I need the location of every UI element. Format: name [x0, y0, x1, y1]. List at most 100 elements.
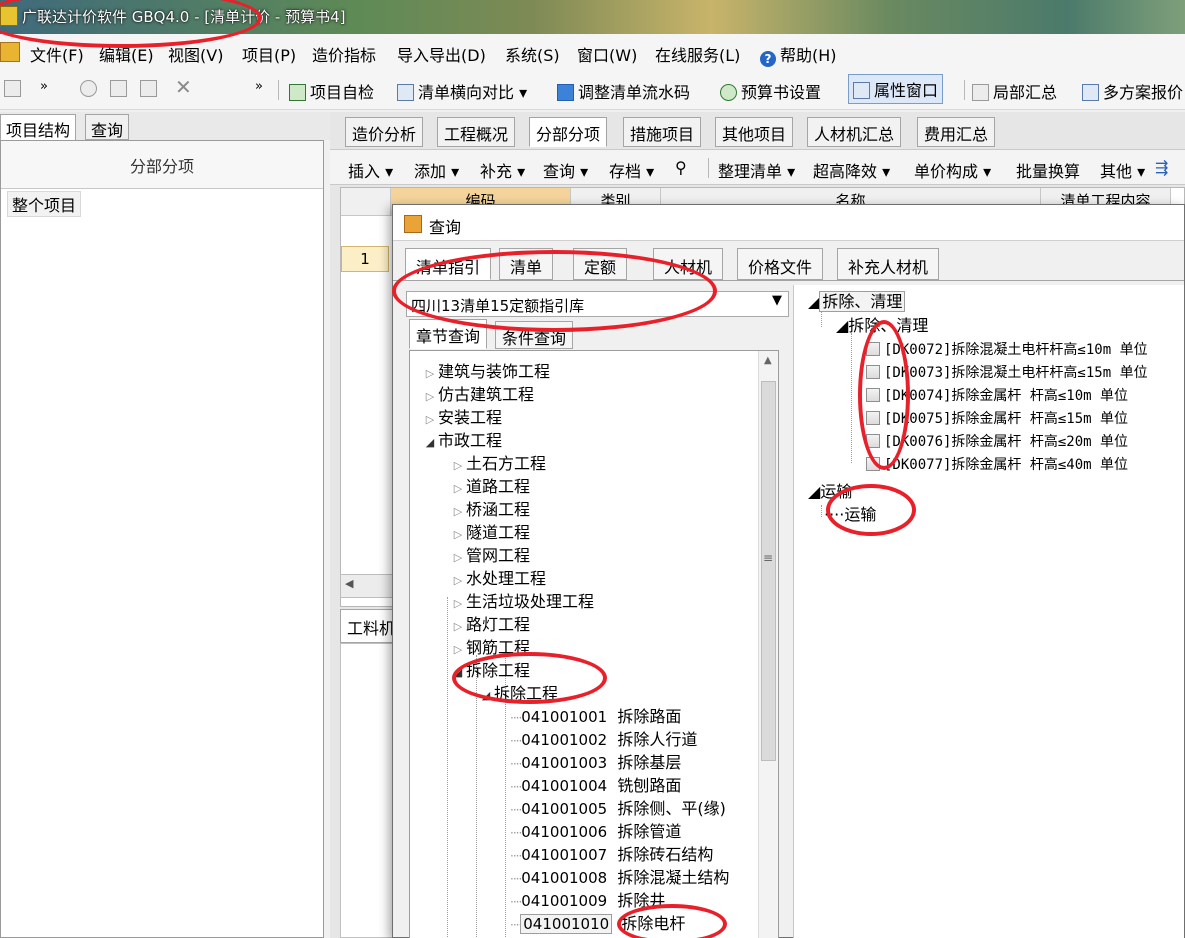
tree-leaf[interactable]: ····041001003 拆除基层 [510, 752, 681, 775]
archive-button[interactable]: 存档 ▾ [609, 158, 654, 182]
help-icon: ? [760, 51, 776, 67]
other-button[interactable]: 其他 ▾ [1100, 158, 1145, 182]
tab-sub-items[interactable]: 分部分项 [529, 117, 608, 147]
insert-button[interactable]: 插入 ▾ [348, 158, 393, 182]
annotation-circle-demolition [452, 652, 607, 704]
annotation-circle-transport [826, 484, 916, 536]
tree-node[interactable]: ▷ 水处理工程 [450, 568, 546, 592]
tree-node[interactable]: ▷ 隧道工程 [450, 522, 530, 546]
menu-online-service[interactable]: 在线服务(L) [655, 42, 740, 66]
budget-settings-label: 预算书设置 [741, 83, 822, 102]
quota-tree: ◢ 拆除、清理 ◢拆除、清理 [DK0072]拆除混凝土电杆杆高≤10m 单位 [… [793, 285, 1184, 938]
quota-row[interactable]: [DK0077]拆除金属杆 杆高≤40m 单位 [866, 454, 1128, 476]
property-window-button[interactable]: 属性窗口 [848, 74, 944, 104]
add-button[interactable]: 添加 ▾ [414, 158, 459, 182]
project-structure-panel: 分部分项 整个项目 [0, 140, 324, 938]
tree-leaf[interactable]: ····041001007 拆除砖石结构 [510, 844, 713, 867]
menu-help[interactable]: ? 帮助(H) [760, 42, 837, 67]
tree-node[interactable]: ▷ 安装工程 [422, 407, 502, 431]
tab-supplement-resources[interactable]: 补充人材机 [837, 248, 940, 280]
organize-bill-button[interactable]: 整理清单 ▾ [718, 158, 795, 182]
project-check-button[interactable]: 项目自检 [289, 79, 374, 103]
menu-window[interactable]: 窗口(W) [577, 42, 637, 66]
tab-fee-summary[interactable]: 费用汇总 [917, 117, 996, 147]
menu-system[interactable]: 系统(S) [505, 42, 560, 66]
tab-price-file[interactable]: 价格文件 [737, 248, 824, 280]
menu-import-export[interactable]: 导入导出(D) [397, 42, 486, 66]
expand-icon: ▷ [425, 390, 435, 403]
tree-vertical-scrollbar[interactable]: ▲ ≡ [758, 351, 778, 938]
overflow-chevron-icon[interactable]: » [40, 79, 48, 94]
property-window-label: 属性窗口 [874, 81, 939, 100]
horizontal-scrollbar[interactable]: ◀ [340, 574, 400, 598]
tab-project-overview[interactable]: 工程概况 [437, 117, 516, 147]
tab-resource-summary[interactable]: 人材机汇总 [807, 117, 902, 147]
bill-compare-label: 清单横向对比 [418, 83, 515, 102]
table-icon [289, 84, 306, 101]
adjust-serial-label: 调整清单流水码 [578, 83, 691, 102]
sum-icon [972, 84, 989, 101]
tab-cost-analysis[interactable]: 造价分析 [345, 117, 424, 147]
tree-leaf[interactable]: ····041001004 铣刨路面 [510, 775, 681, 798]
binoculars-icon[interactable]: ⚲ [675, 158, 687, 177]
tree-leaf[interactable]: ····041001005 拆除侧、平(缘) [510, 798, 726, 821]
collapse-icon: ◢ [425, 436, 435, 449]
tree-leaf[interactable]: ····041001001 拆除路面 [510, 706, 681, 729]
budget-settings-button[interactable]: 预算书设置 [720, 79, 821, 103]
tree-node[interactable]: ▷ 道路工程 [450, 476, 530, 500]
new-file-icon[interactable] [4, 79, 25, 98]
dropdown-arrow-icon[interactable]: ▼ [772, 293, 782, 308]
tree-leaf[interactable]: ····041001006 拆除管道 [510, 821, 681, 844]
tree-node[interactable]: ◢ 市政工程 [422, 430, 502, 454]
menu-project[interactable]: 项目(P) [242, 42, 296, 66]
tree-leaf[interactable]: ····041001002 拆除人行道 [510, 729, 697, 752]
expand-icon: ▷ [425, 413, 435, 426]
annotation-circle-quotas [858, 320, 910, 470]
overflow-chevron-icon-2[interactable]: » [255, 79, 263, 94]
tree-leaf[interactable]: ····041001008 拆除混凝土结构 [510, 867, 729, 890]
menu-help-label: 帮助(H) [780, 46, 837, 65]
delete-icon[interactable]: ✕ [175, 75, 192, 99]
bill-compare-button[interactable]: 清单横向对比 ▾ [397, 79, 527, 103]
query-button[interactable]: 查询 ▾ [543, 158, 588, 182]
tab-project-structure[interactable]: 项目结构 [0, 114, 77, 140]
menu-cost-index[interactable]: 造价指标 [312, 42, 376, 66]
main-toolbar: » ✕ » 项目自检 清单横向对比 ▾ 调整清单流水码 预算书设置 属性窗口 局… [0, 70, 1185, 110]
app-menu-icon[interactable] [0, 42, 20, 62]
quota-group[interactable]: ◢ 拆除、清理 [808, 291, 906, 313]
supplement-button[interactable]: 补充 ▾ [480, 158, 525, 182]
scroll-thumb[interactable] [761, 381, 776, 761]
project-check-label: 项目自检 [310, 83, 375, 102]
quota-row[interactable]: [DK0072]拆除混凝土电杆杆高≤10m 单位 [866, 339, 1148, 361]
tree-root-item[interactable]: 整个项目 [7, 191, 82, 217]
copy-icon[interactable] [110, 79, 131, 98]
tree-node[interactable]: ▷ 建筑与装饰工程 [422, 361, 550, 385]
tree-node[interactable]: ▷ 路灯工程 [450, 614, 530, 638]
batch-convert-button[interactable]: 批量换算 [1016, 158, 1080, 182]
multi-scheme-button[interactable]: 多方案报价 [1082, 79, 1183, 103]
scroll-up-icon[interactable]: ▲ [764, 355, 772, 366]
tree-node[interactable]: ▷ 桥涵工程 [450, 499, 530, 523]
cut-icon[interactable] [80, 79, 101, 98]
tree-node[interactable]: ▷ 土石方工程 [450, 453, 546, 477]
scroll-left-icon[interactable]: ◀ [345, 577, 353, 590]
tree-node[interactable]: ▷ 生活垃圾处理工程 [450, 591, 594, 615]
partial-summary-label: 局部汇总 [993, 83, 1058, 102]
unit-price-button[interactable]: 单价构成 ▾ [914, 158, 991, 182]
panel-header: 分部分项 [1, 141, 323, 189]
share-icon[interactable]: ⇶ [1155, 158, 1168, 177]
row-number[interactable]: 1 [341, 246, 389, 272]
tree-node[interactable]: ▷ 管网工程 [450, 545, 530, 569]
tab-measures[interactable]: 措施项目 [623, 117, 702, 147]
tree-node[interactable]: ▷ 仿古建筑工程 [422, 384, 534, 408]
partial-summary-button[interactable]: 局部汇总 [972, 79, 1057, 103]
scroll-grip-icon: ≡ [763, 551, 774, 565]
expand-icon: ▷ [425, 367, 435, 380]
adjust-serial-button[interactable]: 调整清单流水码 [557, 79, 690, 103]
paste-icon[interactable] [140, 79, 161, 98]
tab-other-items[interactable]: 其他项目 [715, 117, 794, 147]
gear-icon [720, 84, 737, 101]
tab-query[interactable]: 查询 [85, 114, 130, 140]
sub-items-toolbar: 插入 ▾ 添加 ▾ 补充 ▾ 查询 ▾ 存档 ▾ ⚲ 整理清单 ▾ 超高降效 ▾… [330, 149, 1185, 185]
height-efficiency-button[interactable]: 超高降效 ▾ [813, 158, 890, 182]
